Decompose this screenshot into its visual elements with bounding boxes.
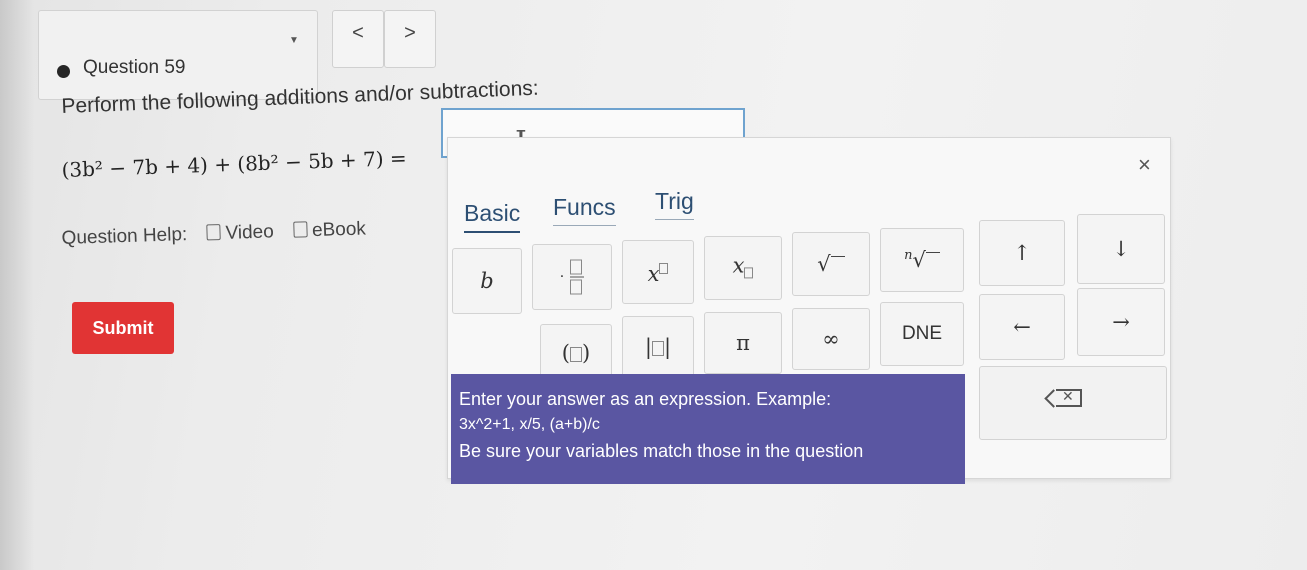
previous-question-button[interactable]: < <box>332 10 384 68</box>
page: ▼ Question 59 < > Perform the following … <box>0 0 1307 570</box>
hint-line-3: Be sure your variables match those in th… <box>459 441 864 461</box>
down-arrow-icon: ↓ <box>1112 237 1130 261</box>
backspace-icon: ✕ <box>1056 388 1082 407</box>
key-up[interactable]: ↑ <box>979 220 1065 286</box>
key-left[interactable]: ← <box>979 294 1065 360</box>
fraction-icon: · <box>533 259 611 295</box>
right-arrow-icon: → <box>1112 310 1130 334</box>
pi-icon: π <box>736 331 750 355</box>
key-dne[interactable]: DNE <box>880 302 964 366</box>
key-b-label: b <box>480 269 494 293</box>
key-b[interactable]: b <box>452 248 522 314</box>
key-fraction[interactable]: · <box>532 244 612 310</box>
next-question-button[interactable]: > <box>384 10 436 68</box>
key-nth-root[interactable]: n√ <box>880 228 964 292</box>
key-down[interactable]: ↓ <box>1077 214 1165 284</box>
ebook-link-label: eBook <box>311 218 367 242</box>
question-help-label: Question Help: <box>61 224 188 250</box>
key-pi[interactable]: π <box>704 312 782 374</box>
subscript-icon: x <box>705 253 781 282</box>
up-arrow-icon: ↑ <box>1013 241 1031 265</box>
submit-button[interactable]: Submit <box>72 302 174 354</box>
math-keyboard: × Basic Funcs Trig b · x x √ n√ ↑ ↓ () |… <box>447 137 1171 484</box>
backspace-button[interactable]: ✕ <box>979 366 1167 440</box>
hint-line-1: Enter your answer as an expression. Exam… <box>459 389 832 409</box>
key-absolute-value[interactable]: | | <box>622 316 694 378</box>
exponent-icon: x <box>623 258 693 286</box>
question-expression: (3b² − 7b + 4) + (8b² − 5b + 7) = <box>61 145 408 182</box>
video-link[interactable]: Video <box>206 221 274 244</box>
question-status-dot-icon <box>57 65 70 78</box>
tab-funcs[interactable]: Funcs <box>553 194 616 226</box>
screen-edge-shadow <box>0 0 34 570</box>
question-label: Question 59 <box>83 57 186 78</box>
left-arrow-icon: ← <box>1013 315 1031 339</box>
key-sqrt[interactable]: √ <box>792 232 870 296</box>
dropdown-caret-icon: ▼ <box>289 35 299 46</box>
key-infinity[interactable]: ∞ <box>792 308 870 370</box>
tab-basic[interactable]: Basic <box>464 200 521 233</box>
hint-line-2: 3x^2+1, x/5, (a+b)/c <box>459 416 600 433</box>
answer-format-hint: Enter your answer as an expression. Exam… <box>451 374 965 484</box>
close-icon[interactable]: × <box>1138 152 1151 178</box>
parentheses-icon: () <box>561 341 591 365</box>
video-link-label: Video <box>225 221 275 244</box>
question-help: Question Help: Video eBook <box>61 218 366 250</box>
key-subscript[interactable]: x <box>704 236 782 300</box>
video-icon <box>206 224 221 241</box>
absolute-value-icon: | | <box>644 335 672 359</box>
tab-trig[interactable]: Trig <box>655 188 694 220</box>
infinity-icon: ∞ <box>822 327 840 351</box>
key-dne-label: DNE <box>901 323 943 344</box>
sqrt-icon: √ <box>793 252 869 276</box>
ebook-icon <box>292 221 308 238</box>
nth-root-icon: n√ <box>881 248 963 272</box>
key-exponent[interactable]: x <box>622 240 694 304</box>
ebook-link[interactable]: eBook <box>292 218 367 242</box>
key-right[interactable]: → <box>1077 288 1165 356</box>
